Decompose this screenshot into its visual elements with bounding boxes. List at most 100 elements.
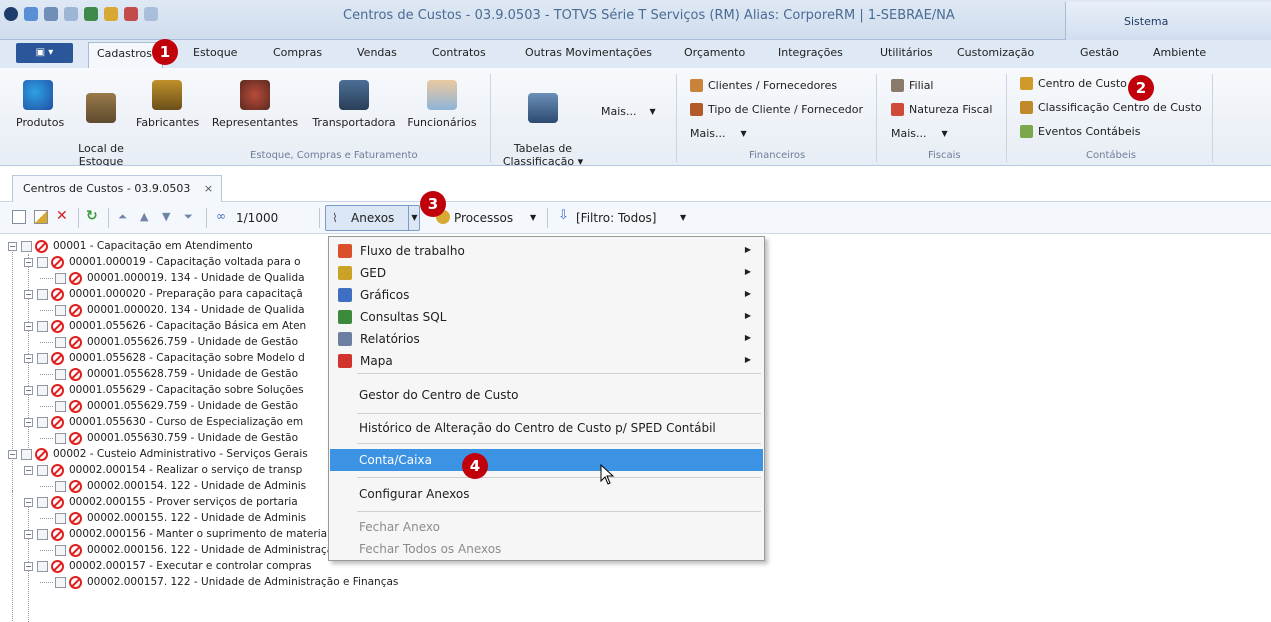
collapse-icon[interactable]: − [24, 353, 33, 363]
collapse-icon[interactable]: − [8, 241, 17, 251]
row-checkbox[interactable] [55, 576, 66, 588]
row-checkbox[interactable] [37, 352, 48, 364]
chevron-down-icon[interactable]: ▼ [530, 213, 536, 222]
row-checkbox[interactable] [37, 416, 48, 428]
doc-tab-centros-custos[interactable]: Centros de Custos - 03.9.0503 × [12, 175, 223, 202]
collapse-icon[interactable]: − [24, 497, 33, 507]
save-icon[interactable] [44, 7, 58, 21]
row-checkbox[interactable] [55, 512, 66, 524]
delete-icon[interactable]: ✕ [56, 208, 70, 224]
previous-record-icon[interactable]: ▲ [140, 210, 154, 224]
mais-group1-button[interactable]: Mais... ▼ [601, 105, 656, 118]
collapse-icon[interactable]: − [24, 561, 33, 571]
row-checkbox[interactable] [37, 464, 48, 476]
row-checkbox[interactable] [55, 400, 66, 412]
refresh-icon[interactable]: ↻ [86, 208, 100, 224]
first-record-icon[interactable]: ⏶ [118, 210, 132, 224]
row-checkbox[interactable] [37, 320, 48, 332]
processos-button[interactable]: Processos [454, 211, 513, 225]
row-checkbox[interactable] [37, 384, 48, 396]
row-checkbox[interactable] [55, 480, 66, 492]
menu-item-workflow[interactable]: Fluxo de trabalho ▶ [330, 240, 763, 262]
collapse-icon[interactable]: − [24, 529, 33, 539]
pencil-icon[interactable] [104, 7, 118, 21]
filial-button[interactable]: Filial [891, 79, 934, 92]
tab-compras[interactable]: Compras [273, 46, 322, 59]
row-checkbox[interactable] [55, 336, 66, 348]
menu-item-chart[interactable]: Gráficos ▶ [330, 284, 763, 306]
row-checkbox[interactable] [37, 560, 48, 572]
menu-item-sql-query[interactable]: Consultas SQL ▶ [330, 306, 763, 328]
centro-de-custo-button[interactable]: Centro de Custo [1020, 77, 1127, 90]
menu-item-map-pin[interactable]: Mapa ▶ [330, 350, 763, 372]
row-checkbox[interactable] [21, 240, 32, 252]
produtos-button[interactable]: Produtos [16, 80, 64, 129]
row-checkbox[interactable] [55, 368, 66, 380]
funcionarios-button[interactable]: Funcionários [406, 80, 478, 129]
collapse-icon[interactable]: − [24, 465, 33, 475]
filter-icon[interactable]: ⇩ [558, 208, 572, 223]
row-checkbox[interactable] [37, 496, 48, 508]
representantes-button[interactable]: Representantes [210, 80, 300, 129]
new-record-icon[interactable] [12, 210, 26, 224]
chevron-down-icon[interactable]: ▼ [680, 213, 686, 222]
row-checkbox[interactable] [55, 544, 66, 556]
tab-customizacao[interactable]: Customização [957, 46, 1034, 59]
mais-financeiros-button[interactable]: Mais... ▼ [690, 127, 747, 140]
collapse-icon[interactable]: − [24, 289, 33, 299]
collapse-icon[interactable]: − [24, 257, 33, 267]
clientes-fornecedores-button[interactable]: Clientes / Fornecedores [690, 79, 837, 92]
row-checkbox[interactable] [37, 256, 48, 268]
app-logo-icon[interactable] [4, 7, 18, 21]
filter-button[interactable]: [Filtro: Todos] [576, 211, 656, 225]
binoculars-icon[interactable]: ∞ [216, 209, 230, 223]
collapse-icon[interactable]: − [8, 449, 17, 459]
tab-vendas[interactable]: Vendas [357, 46, 397, 59]
tab-estoque[interactable]: Estoque [193, 46, 237, 59]
row-checkbox[interactable] [21, 448, 32, 460]
edit-record-icon[interactable] [34, 210, 48, 224]
sistema-panel[interactable]: Sistema [1065, 2, 1271, 40]
row-checkbox[interactable] [55, 304, 66, 316]
copy-icon[interactable] [144, 7, 158, 21]
menu-item-conta-caixa[interactable]: Conta/Caixa [330, 449, 763, 471]
menu-item-gestor-centro-custo[interactable]: Gestor do Centro de Custo [330, 384, 763, 406]
tab-integracoes[interactable]: Integrações [778, 46, 843, 59]
natureza-fiscal-button[interactable]: Natureza Fiscal [891, 103, 992, 116]
close-icon[interactable]: × [204, 182, 213, 195]
user-icon[interactable] [124, 7, 138, 21]
classificacao-centro-custo-button[interactable]: Classificação Centro de Custo [1020, 101, 1202, 114]
map-pin-icon [338, 354, 352, 368]
grid-icon[interactable] [84, 7, 98, 21]
window-icon[interactable] [64, 7, 78, 21]
tab-orcamento[interactable]: Orçamento [684, 46, 745, 59]
next-record-icon[interactable]: ▼ [162, 210, 176, 224]
eventos-contabeis-button[interactable]: Eventos Contábeis [1020, 125, 1140, 138]
tab-utilitarios[interactable]: Utilitários [880, 46, 933, 59]
tab-ambiente[interactable]: Ambiente [1153, 46, 1206, 59]
row-checkbox[interactable] [55, 272, 66, 284]
fabricantes-button[interactable]: Fabricantes [136, 80, 199, 129]
anexos-button[interactable]: ⌇ Anexos ▼ [325, 205, 420, 231]
menu-item-report[interactable]: Relatórios ▶ [330, 328, 763, 350]
network-icon[interactable] [24, 7, 38, 21]
application-menu-button[interactable]: ▣ ▾ [16, 43, 73, 63]
tipo-cliente-button[interactable]: Tipo de Cliente / Fornecedor [690, 103, 863, 116]
collapse-icon[interactable]: − [24, 321, 33, 331]
tab-gestao[interactable]: Gestão [1080, 46, 1119, 59]
mais-fiscais-button[interactable]: Mais... ▼ [891, 127, 948, 140]
row-checkbox[interactable] [37, 528, 48, 540]
transportadora-button[interactable]: Transportadora [310, 80, 398, 129]
tab-contratos[interactable]: Contratos [432, 46, 486, 59]
menu-item-ged[interactable]: GED ▶ [330, 262, 763, 284]
menu-item-historico-alteracao[interactable]: Histórico de Alteração do Centro de Cust… [330, 417, 763, 439]
collapse-icon[interactable]: − [24, 385, 33, 395]
row-checkbox[interactable] [55, 432, 66, 444]
collapse-icon[interactable]: − [24, 417, 33, 427]
last-record-icon[interactable]: ⏷ [184, 210, 198, 224]
menu-item-configurar-anexos[interactable]: Configurar Anexos [330, 483, 763, 505]
chevron-down-icon[interactable]: ▼ [408, 206, 420, 230]
tab-outras-movimentacoes[interactable]: Outras Movimentações [525, 46, 652, 59]
row-checkbox[interactable] [37, 288, 48, 300]
tree-row[interactable]: 00002.000157. 122 - Unidade de Administr… [40, 573, 398, 591]
